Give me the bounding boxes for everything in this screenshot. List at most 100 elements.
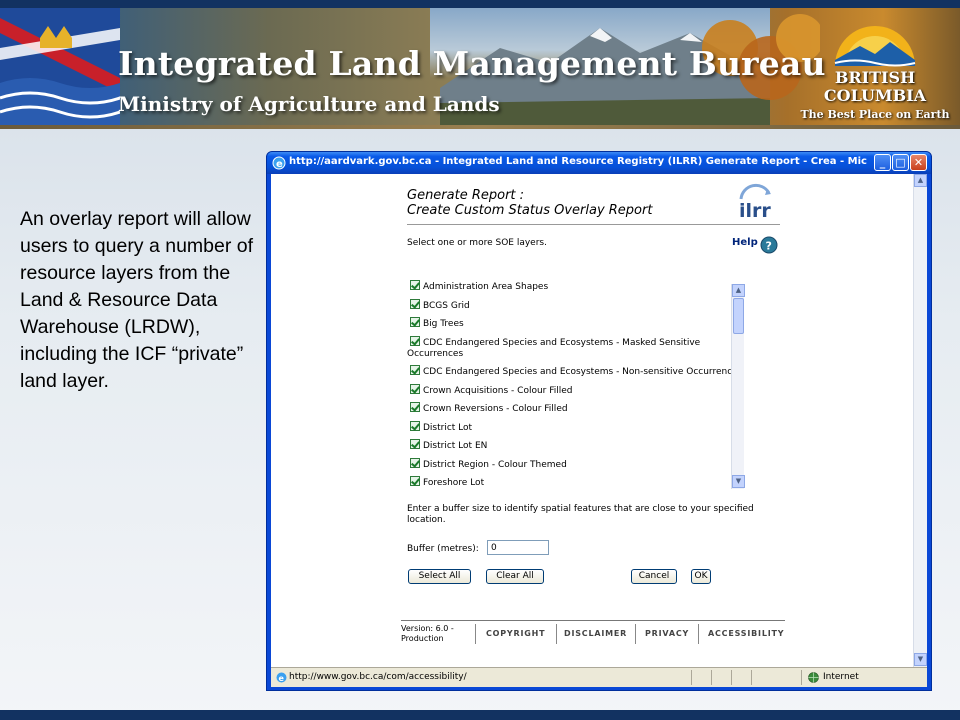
close-icon: ✕ <box>913 156 924 169</box>
layer-list-item[interactable]: District Lot <box>407 420 745 434</box>
footer-separator <box>698 624 699 644</box>
scroll-thumb[interactable] <box>733 298 744 334</box>
browser-vertical-scrollbar[interactable]: ▲ ▼ <box>913 174 927 667</box>
close-button[interactable]: ✕ <box>910 154 927 171</box>
scroll-up-button[interactable]: ▲ <box>732 284 745 297</box>
svg-text:e: e <box>279 674 285 683</box>
layer-label: Crown Acquisitions - Colour Filled <box>423 385 573 396</box>
status-separator <box>731 670 732 685</box>
clear-all-button[interactable]: Clear All <box>486 569 544 584</box>
slide-description: An overlay report will allow users to qu… <box>20 208 254 392</box>
help-link[interactable]: Help <box>732 237 758 248</box>
footer-separator <box>635 624 636 644</box>
layer-checkbox[interactable] <box>410 365 420 375</box>
layer-list-item[interactable]: Crown Acquisitions - Colour Filled <box>407 383 745 397</box>
bottom-border <box>0 710 960 720</box>
layer-checkbox[interactable] <box>410 298 420 309</box>
bureau-title: Integrated Land Management Bureau <box>118 44 826 83</box>
page-title: Generate Report : Create Custom Status O… <box>407 188 652 218</box>
layer-label: BCGS Grid <box>423 300 470 311</box>
soe-layer-list[interactable]: Administration Area Shapes BCGS Grid Big T… <box>407 280 745 488</box>
layer-label: District Lot <box>423 422 473 433</box>
svg-text:?: ? <box>766 240 772 253</box>
layer-label: CDC Endangered Species and Ecosystems - … <box>407 337 701 359</box>
footer-divider <box>401 620 785 621</box>
chevron-down-icon: ▼ <box>735 477 742 485</box>
layer-checkbox[interactable] <box>410 383 420 394</box>
report-page: Generate Report : Create Custom Status O… <box>271 174 913 667</box>
status-separator <box>691 670 692 685</box>
layer-checkbox[interactable] <box>410 439 420 449</box>
top-border <box>0 0 960 8</box>
browser-content: Generate Report : Create Custom Status O… <box>271 174 927 667</box>
layer-list-item[interactable]: District Region - Colour Themed <box>407 457 745 471</box>
layer-checkbox[interactable] <box>410 280 420 290</box>
maximize-button[interactable]: □ <box>892 154 909 171</box>
minimize-button[interactable]: _ <box>874 154 891 171</box>
disclaimer-link[interactable]: DISCLAIMER <box>564 629 627 638</box>
layer-list-item[interactable]: CDC Endangered Species and Ecosystems - … <box>407 365 745 378</box>
title-divider <box>407 224 780 225</box>
layer-list-item[interactable]: Administration Area Shapes <box>407 280 745 293</box>
chevron-up-icon: ▲ <box>735 286 742 294</box>
bc-logo-line1: BRITISH <box>834 68 916 87</box>
layer-label: Foreshore Lot <box>423 478 485 488</box>
chevron-up-icon: ▲ <box>917 176 924 184</box>
buffer-label: Buffer (metres): <box>407 544 479 554</box>
browser-scroll-up-button[interactable]: ▲ <box>914 174 927 187</box>
ilrr-logo-text: ilrr <box>739 200 771 221</box>
page-title-line2: Create Custom Status Overlay Report <box>407 203 653 218</box>
layer-checkbox[interactable] <box>410 335 420 346</box>
cancel-button[interactable]: Cancel <box>631 569 677 584</box>
layer-list-item[interactable]: CDC Endangered Species and Ecosystems - … <box>407 335 745 360</box>
ok-button[interactable]: OK <box>691 569 711 584</box>
bc-flag-graphic <box>0 8 120 125</box>
footer-separator <box>556 624 557 644</box>
accessibility-link[interactable]: ACCESSIBILITY <box>708 629 784 638</box>
layer-checkbox[interactable] <box>410 457 420 468</box>
layer-checkbox[interactable] <box>410 476 420 486</box>
browser-statusbar: e http://www.gov.bc.ca/com/accessibility… <box>271 667 927 687</box>
privacy-link[interactable]: PRIVACY <box>645 629 689 638</box>
layer-checkbox[interactable] <box>410 420 420 431</box>
layer-list-item[interactable]: District Lot EN <box>407 439 745 452</box>
layer-instruction: Select one or more SOE layers. <box>407 238 547 248</box>
maximize-icon: □ <box>895 156 906 169</box>
status-separator <box>711 670 712 685</box>
ilrr-logo-icon: ilrr <box>739 183 771 221</box>
layer-label: District Lot EN <box>423 441 488 451</box>
layer-list-item[interactable]: Crown Reversions - Colour Filled <box>407 402 745 415</box>
layer-label: Crown Reversions - Colour Filled <box>423 404 568 414</box>
layer-checkbox[interactable] <box>410 317 420 327</box>
layer-list-item[interactable]: Big Trees <box>407 317 745 330</box>
layer-label: Administration Area Shapes <box>423 282 549 292</box>
status-url: http://www.gov.bc.ca/com/accessibility/ <box>289 672 467 682</box>
layer-checkbox[interactable] <box>410 402 420 412</box>
banner-bottom-strip <box>0 125 960 129</box>
footer-separator <box>475 624 476 644</box>
ministry-subtitle: Ministry of Agriculture and Lands <box>118 92 500 116</box>
svg-text:e: e <box>276 159 283 170</box>
page-status-icon: e <box>276 672 287 683</box>
browser-scroll-down-button[interactable]: ▼ <box>914 653 927 666</box>
select-all-button[interactable]: Select All <box>408 569 471 584</box>
layer-label: CDC Endangered Species and Ecosystems - … <box>423 367 743 377</box>
page-title-line1: Generate Report : <box>407 188 525 203</box>
layer-list-scrollbar[interactable]: ▲ ▼ <box>731 284 745 489</box>
scroll-down-button[interactable]: ▼ <box>732 475 745 488</box>
minimize-icon: _ <box>879 156 886 169</box>
layer-label: District Region - Colour Themed <box>423 459 567 470</box>
globe-icon <box>808 672 819 683</box>
security-zone: Internet <box>823 672 859 682</box>
buffer-input[interactable] <box>487 540 549 555</box>
layer-list-item[interactable]: BCGS Grid <box>407 298 745 312</box>
help-question-icon[interactable]: ? <box>760 236 778 254</box>
bc-logo-line2: COLUMBIA <box>823 86 927 105</box>
browser-titlebar[interactable]: e http://aardvark.gov.bc.ca - Integrated… <box>267 152 931 174</box>
bc-sun-logo-icon <box>834 26 916 67</box>
copyright-link[interactable]: COPYRIGHT <box>486 629 545 638</box>
chevron-down-icon: ▼ <box>917 655 924 663</box>
version-text: Version: 6.0 - Production <box>401 624 454 643</box>
bc-logo-tagline: The Best Place on Earth <box>800 108 950 121</box>
layer-list-item[interactable]: Foreshore Lot <box>407 476 745 488</box>
